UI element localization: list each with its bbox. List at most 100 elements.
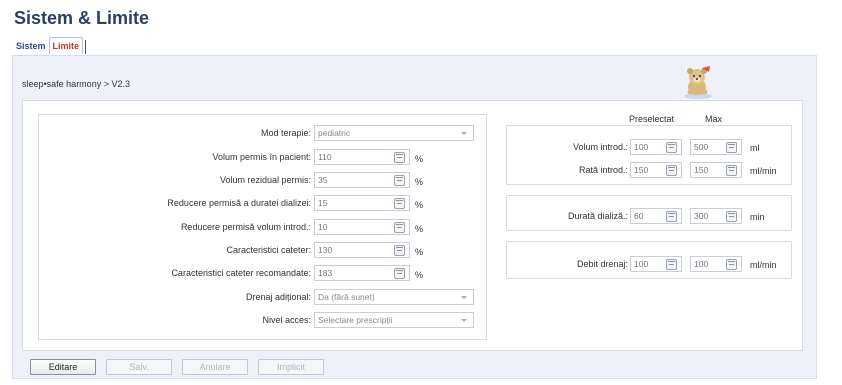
nivel-acces-row: Nivel acces: Selectare prescripții [38, 312, 474, 328]
spinner-icon[interactable] [726, 165, 737, 176]
nivel-acces-select[interactable]: Selectare prescripții [314, 312, 474, 328]
durata-dializa-label: Durată dializă.: [567, 211, 628, 221]
unit-label: % [415, 200, 424, 210]
chevron-down-icon [461, 131, 467, 135]
volum-rezidual-row: Volum rezidual permis: 35 % [38, 172, 423, 188]
durata-dializa-preselectat-input[interactable]: 60 [630, 208, 682, 224]
spinner-icon[interactable] [666, 211, 677, 222]
unit-label: % [415, 177, 424, 187]
mod-terapie-label: Mod terapie: [260, 128, 311, 138]
caracteristici-recomandate-value: 183 [318, 268, 333, 278]
durata-dializa-row: Durată dializă.: 60 300 min [506, 208, 792, 224]
volum-permis-label: Volum permis în pacient: [212, 152, 311, 162]
caracteristici-cateter-input[interactable]: 130 [314, 242, 410, 258]
unit-label: % [415, 224, 424, 234]
bear-mascot-icon [680, 64, 716, 100]
debit-drenaj-label: Debit drenaj: [576, 259, 628, 269]
nivel-acces-value: Selectare prescripții [318, 315, 393, 325]
rata-introd-row: Rată introd.: 150 150 ml/min [506, 162, 792, 178]
reducere-volum-input[interactable]: 10 [314, 219, 410, 235]
action-bar: Editare Salv. Anulare Implicit [30, 359, 324, 375]
spinner-icon[interactable] [394, 268, 405, 279]
spinner-icon[interactable] [666, 165, 677, 176]
caracteristici-cateter-label: Caracteristici cateter: [226, 245, 311, 255]
volum-permis-input[interactable]: 110 [314, 149, 410, 165]
editare-button[interactable]: Editare [30, 359, 96, 375]
chevron-down-icon [461, 295, 467, 299]
mod-terapie-row: Mod terapie: pediatric [38, 125, 474, 141]
volum-introd-preselectat-value: 100 [634, 142, 649, 152]
spinner-icon[interactable] [394, 198, 405, 209]
volum-rezidual-value: 35 [318, 175, 328, 185]
mod-terapie-select[interactable]: pediatric [314, 125, 474, 141]
rata-introd-label: Rată introd.: [578, 165, 628, 175]
unit-label: min [750, 212, 765, 222]
durata-dializa-max-input[interactable]: 300 [690, 208, 742, 224]
chevron-down-icon [461, 318, 467, 322]
unit-label: ml/min [750, 166, 777, 176]
nivel-acces-label: Nivel acces: [262, 315, 311, 325]
volum-introd-row: Volum introd.: 100 500 ml [506, 139, 792, 155]
spinner-icon[interactable] [666, 142, 677, 153]
unit-label: % [415, 270, 424, 280]
rata-introd-preselectat-input[interactable]: 150 [630, 162, 682, 178]
breadcrumb: sleep•safe harmony > V2.3 [22, 79, 130, 89]
cancel-button[interactable]: Anulare [182, 359, 248, 375]
volum-rezidual-input[interactable]: 35 [314, 172, 410, 188]
volum-introd-preselectat-input[interactable]: 100 [630, 139, 682, 155]
mod-terapie-value: pediatric [318, 128, 351, 138]
spinner-icon[interactable] [726, 211, 737, 222]
caracteristici-recomandate-input[interactable]: 183 [314, 265, 410, 281]
reducere-durata-value: 15 [318, 198, 328, 208]
default-button[interactable]: Implicit [258, 359, 324, 375]
reducere-volum-value: 10 [318, 222, 328, 232]
debit-drenaj-preselectat-value: 100 [634, 259, 649, 269]
preselectat-header: Preselectat [629, 114, 675, 124]
debit-drenaj-preselectat-input[interactable]: 100 [630, 256, 682, 272]
debit-drenaj-max-input[interactable]: 100 [690, 256, 742, 272]
reducere-volum-label: Reducere permisă volum introd.: [180, 222, 311, 232]
caracteristici-recomandate-label: Caracteristici cateter recomandate: [171, 268, 311, 278]
caracteristici-recomandate-row: Caracteristici cateter recomandate: 183 … [38, 265, 423, 281]
reducere-durata-label: Reducere permisă a duratei dializei: [167, 198, 311, 208]
volum-introd-max-input[interactable]: 500 [690, 139, 742, 155]
tab-separator [85, 40, 87, 54]
tab-sistem[interactable]: Sistem [13, 38, 49, 54]
spinner-icon[interactable] [666, 259, 677, 270]
spinner-icon[interactable] [394, 245, 405, 256]
tab-limite[interactable]: Limite [48, 37, 84, 54]
spinner-icon[interactable] [394, 152, 405, 163]
volum-permis-value: 110 [318, 152, 332, 162]
tab-bar: Sistem Limite [13, 36, 87, 54]
volum-introd-max-value: 500 [694, 142, 709, 152]
drenaj-aditional-value: Da (fără sunet) [318, 292, 375, 302]
unit-label: % [415, 247, 424, 257]
unit-label: % [415, 154, 424, 164]
drenaj-aditional-row: Drenaj adițional: Da (fără sunet) [38, 289, 474, 305]
unit-label: ml [750, 143, 760, 153]
durata-dializa-preselectat-value: 60 [634, 211, 644, 221]
reducere-durata-row: Reducere permisă a duratei dializei: 15 … [38, 195, 423, 211]
volum-permis-row: Volum permis în pacient: 110 % [38, 149, 423, 165]
max-header: Max [705, 114, 723, 124]
rata-introd-preselectat-value: 150 [634, 165, 649, 175]
unit-label: ml/min [750, 260, 777, 270]
save-button[interactable]: Salv. [106, 359, 172, 375]
spinner-icon[interactable] [394, 175, 405, 186]
drenaj-aditional-label: Drenaj adițional: [245, 292, 311, 302]
spinner-icon[interactable] [394, 222, 405, 233]
spinner-icon[interactable] [726, 142, 737, 153]
page-title: Sistem & Limite [14, 8, 150, 28]
caracteristici-cateter-value: 130 [318, 245, 333, 255]
reducere-volum-row: Reducere permisă volum introd.: 10 % [38, 219, 423, 235]
caracteristici-cateter-row: Caracteristici cateter: 130 % [38, 242, 423, 258]
spinner-icon[interactable] [726, 259, 737, 270]
rata-introd-max-value: 150 [694, 165, 709, 175]
reducere-durata-input[interactable]: 15 [314, 195, 410, 211]
drenaj-aditional-select[interactable]: Da (fără sunet) [314, 289, 474, 305]
debit-drenaj-row: Debit drenaj: 100 100 ml/min [506, 256, 792, 272]
volum-rezidual-label: Volum rezidual permis: [219, 175, 311, 185]
volum-introd-label: Volum introd.: [572, 142, 628, 152]
rata-introd-max-input[interactable]: 150 [690, 162, 742, 178]
debit-drenaj-max-value: 100 [694, 259, 709, 269]
